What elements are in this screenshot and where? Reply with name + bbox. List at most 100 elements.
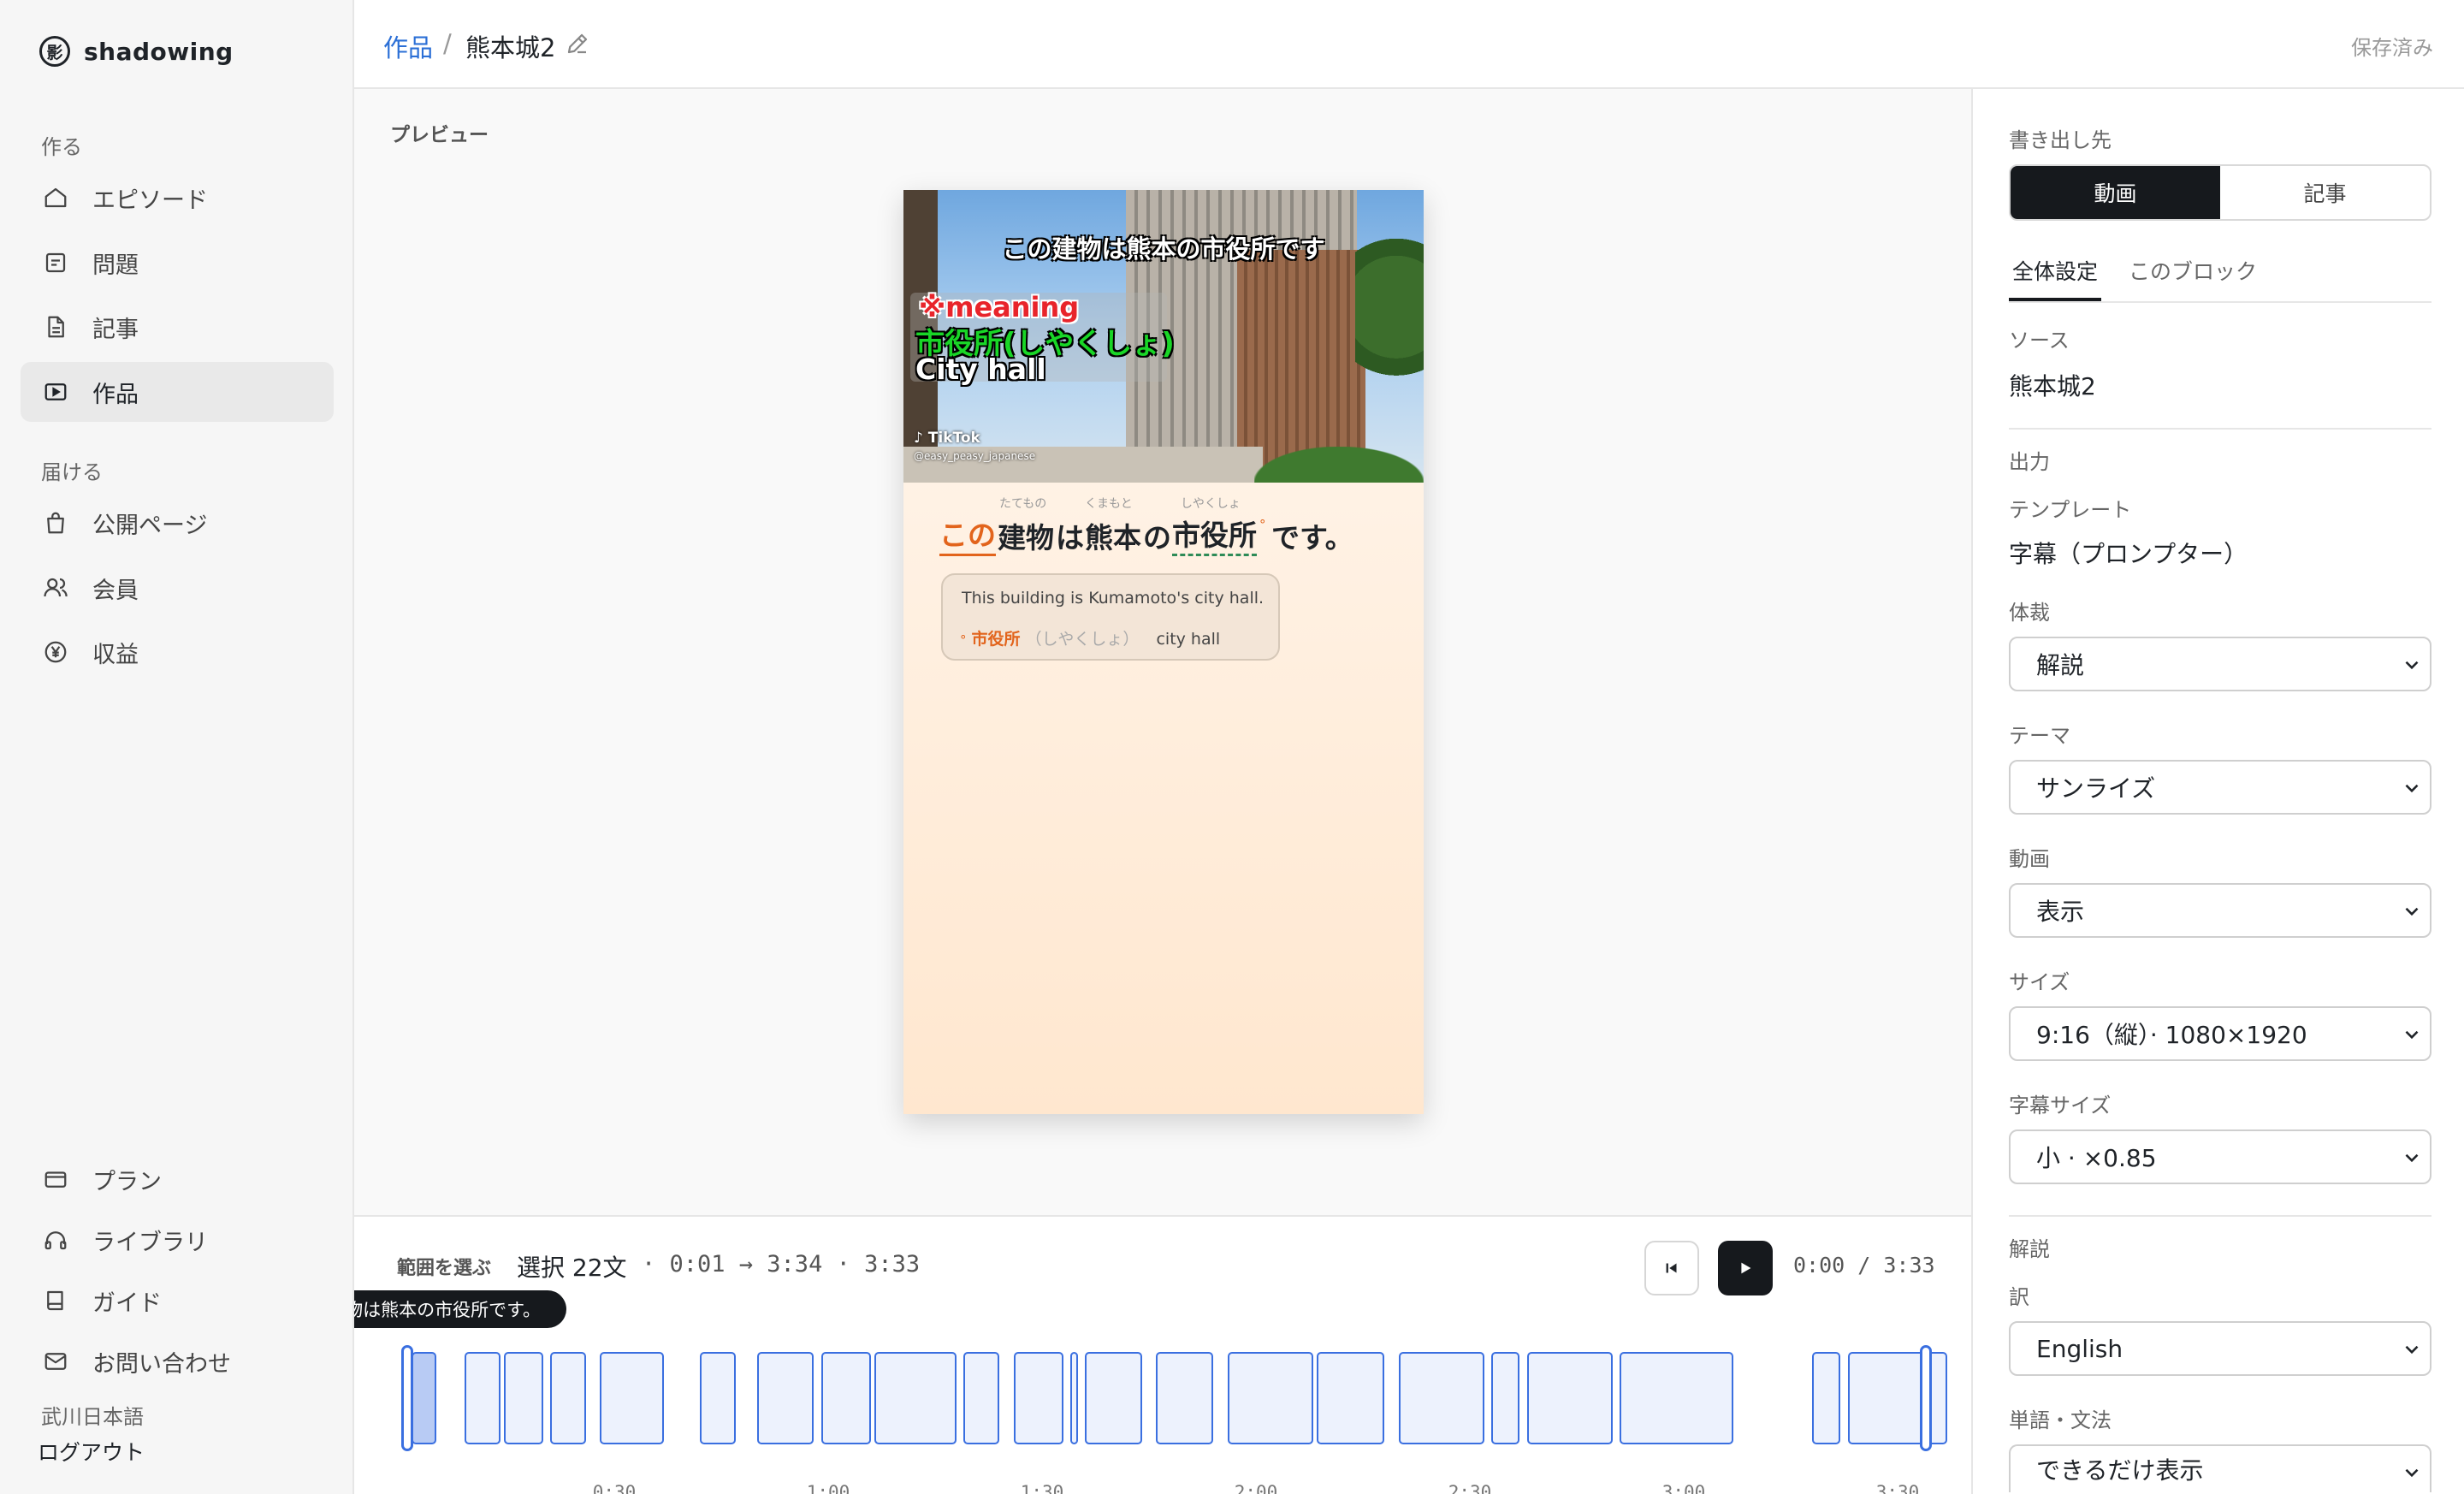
timeline-clip[interactable] bbox=[1156, 1352, 1213, 1444]
sidebar-item-articles[interactable]: 記事 bbox=[21, 297, 334, 357]
timeline-clip[interactable] bbox=[550, 1352, 586, 1444]
selection-handle-end[interactable] bbox=[1920, 1345, 1932, 1451]
timeline-track[interactable]: 0:30 1:00 1:30 2:00 2:30 3:00 3:30 bbox=[400, 1328, 1947, 1494]
sidebar-item-library[interactable]: ライブラリ bbox=[21, 1210, 334, 1270]
size-select[interactable]: 9:16（縦）· 1080×1920 bbox=[2009, 1006, 2431, 1061]
timeline-tick-label: 2:30 bbox=[1448, 1482, 1492, 1494]
timeline-tick-label: 1:00 bbox=[806, 1482, 850, 1494]
subtitle-word[interactable]: 市役所 bbox=[1172, 513, 1257, 556]
timeline-clip[interactable] bbox=[1527, 1352, 1613, 1444]
vocab-grammar-label: 単語・文法 bbox=[2009, 1408, 2112, 1432]
output-label: 出力 bbox=[2009, 450, 2050, 474]
sidebar-item-label: プラン bbox=[92, 1168, 162, 1195]
save-status: 保存済み bbox=[2351, 36, 2433, 60]
timeline-clip[interactable] bbox=[1399, 1352, 1484, 1444]
subtitle-word[interactable]: この bbox=[939, 513, 996, 556]
timeline-clip[interactable] bbox=[1014, 1352, 1063, 1444]
top-bar: 作品 / 熊本城2 保存済み bbox=[354, 0, 2464, 89]
timeline-clip[interactable] bbox=[1848, 1352, 1947, 1444]
gloss-marker: ° bbox=[960, 632, 967, 648]
video-label: 動画 bbox=[2009, 847, 2050, 871]
subtitle-word[interactable]: 熊本 bbox=[1085, 515, 1141, 556]
brand[interactable]: 影 shadowing bbox=[39, 36, 234, 67]
timeline-clip[interactable] bbox=[874, 1352, 957, 1444]
format-select[interactable]: 解説 bbox=[2009, 637, 2431, 691]
video-select-value: 表示 bbox=[2036, 898, 2085, 926]
timeline-clip[interactable] bbox=[1812, 1352, 1840, 1444]
sidebar: 影 shadowing 作る エピソード 問題 記事 作品 届ける 公開ページ bbox=[0, 0, 354, 1494]
play-icon bbox=[1741, 1262, 1751, 1274]
selection-label: 選択 bbox=[517, 1254, 566, 1282]
timeline-clip[interactable] bbox=[600, 1352, 664, 1444]
sidebar-item-episodes[interactable]: エピソード bbox=[21, 168, 334, 228]
template-value: 字幕（プロンプター） bbox=[2009, 540, 2248, 568]
sidebar-item-revenue[interactable]: 収益 bbox=[21, 622, 334, 682]
timeline-clip[interactable] bbox=[412, 1352, 436, 1444]
subtitle-word[interactable]: 建物 bbox=[998, 515, 1054, 556]
tab-this-block[interactable]: このブロック bbox=[2125, 255, 2260, 301]
subtitle-word[interactable]: の bbox=[1143, 515, 1171, 556]
sidebar-item-questions[interactable]: 問題 bbox=[21, 233, 334, 293]
timeline-clip[interactable] bbox=[700, 1352, 736, 1444]
section-label-deliver: 届ける bbox=[41, 460, 103, 484]
sidebar-item-guide[interactable]: ガイド bbox=[21, 1271, 334, 1331]
sidebar-item-contact[interactable]: お問い合わせ bbox=[21, 1331, 334, 1391]
export-option-video[interactable]: 動画 bbox=[2011, 166, 2220, 219]
subtitle-word[interactable]: は bbox=[1056, 515, 1084, 556]
theme-select[interactable]: サンライズ bbox=[2009, 760, 2431, 815]
sidebar-item-works[interactable]: 作品 bbox=[21, 362, 334, 422]
timeline-clip[interactable] bbox=[1070, 1352, 1078, 1444]
translation-select-value: English bbox=[2036, 1334, 2123, 1363]
export-option-article[interactable]: 記事 bbox=[2220, 166, 2430, 219]
timeline-clip[interactable] bbox=[821, 1352, 871, 1444]
sidebar-item-label: 会員 bbox=[92, 577, 139, 604]
timeline-clip[interactable] bbox=[1620, 1352, 1733, 1444]
sidebar-item-public-page[interactable]: 公開ページ bbox=[21, 493, 334, 553]
timeline-clip[interactable] bbox=[1491, 1352, 1519, 1444]
translation-label: 訳 bbox=[2009, 1285, 2029, 1309]
subtitle-size-select-value: 小 · ×0.85 bbox=[2036, 1144, 2157, 1172]
brand-name: shadowing bbox=[84, 37, 234, 66]
timeline-clip[interactable] bbox=[1085, 1352, 1142, 1444]
range-select-label: 範囲を選ぶ bbox=[397, 1258, 492, 1279]
video-select[interactable]: 表示 bbox=[2009, 883, 2431, 938]
timeline-tick-label: 3:00 bbox=[1661, 1482, 1706, 1494]
video-frame[interactable]: この建物は熊本の市役所です ※meaning 市役所(しやくしょ) City h… bbox=[903, 190, 1424, 483]
play-button[interactable] bbox=[1718, 1241, 1773, 1295]
video-handle: @easy_peasy_japanese bbox=[914, 450, 1036, 462]
playback-clock: 0:00 / 3:33 bbox=[1793, 1253, 1935, 1278]
timeline-clip[interactable] bbox=[1317, 1352, 1384, 1444]
sidebar-item-label: 作品 bbox=[92, 381, 139, 408]
subtitle-size-select[interactable]: 小 · ×0.85 bbox=[2009, 1129, 2431, 1184]
pencil-icon[interactable] bbox=[565, 31, 590, 56]
settings-tabs: 全体設定 このブロック bbox=[2009, 248, 2431, 303]
ruby-reading: たてもの bbox=[999, 497, 1047, 511]
breadcrumb-works-link[interactable]: 作品 bbox=[383, 28, 433, 64]
timeline-clip[interactable] bbox=[757, 1352, 814, 1444]
logout-link[interactable]: ログアウト bbox=[38, 1436, 145, 1467]
breadcrumb-separator: / bbox=[443, 29, 452, 58]
home-icon bbox=[43, 185, 68, 210]
question-card-icon bbox=[43, 250, 68, 276]
divider bbox=[2009, 1215, 2431, 1217]
translation-select[interactable]: English bbox=[2009, 1321, 2431, 1376]
sidebar-item-members[interactable]: 会員 bbox=[21, 558, 334, 618]
skip-to-start-button[interactable] bbox=[1644, 1241, 1699, 1295]
timeline-clip[interactable] bbox=[963, 1352, 999, 1444]
video-bushes bbox=[1254, 447, 1424, 483]
selection-handle-start[interactable] bbox=[401, 1345, 413, 1451]
timeline-clip[interactable] bbox=[465, 1352, 500, 1444]
settings-panel: 書き出し先 動画 記事 全体設定 このブロック ソース 熊本城2 出力 テンプレ… bbox=[1971, 89, 2464, 1494]
timeline-clip[interactable] bbox=[504, 1352, 543, 1444]
vocab-grammar-select-value: できるだけ表示 bbox=[2036, 1456, 2204, 1485]
sidebar-item-label: 問題 bbox=[92, 252, 139, 279]
users-icon bbox=[43, 575, 68, 601]
vocab-grammar-select[interactable]: できるだけ表示 bbox=[2009, 1444, 2431, 1492]
subtitle-word[interactable]: です。 bbox=[1271, 515, 1353, 556]
clip-tooltip: 物は熊本の市役所です。 bbox=[354, 1290, 566, 1328]
tab-global-settings[interactable]: 全体設定 bbox=[2009, 255, 2102, 301]
sidebar-item-plan[interactable]: プラン bbox=[21, 1149, 334, 1209]
timeline-clip[interactable] bbox=[1228, 1352, 1313, 1444]
gloss-term: 市役所 bbox=[971, 630, 1021, 649]
chevron-down-icon bbox=[2405, 784, 2419, 793]
